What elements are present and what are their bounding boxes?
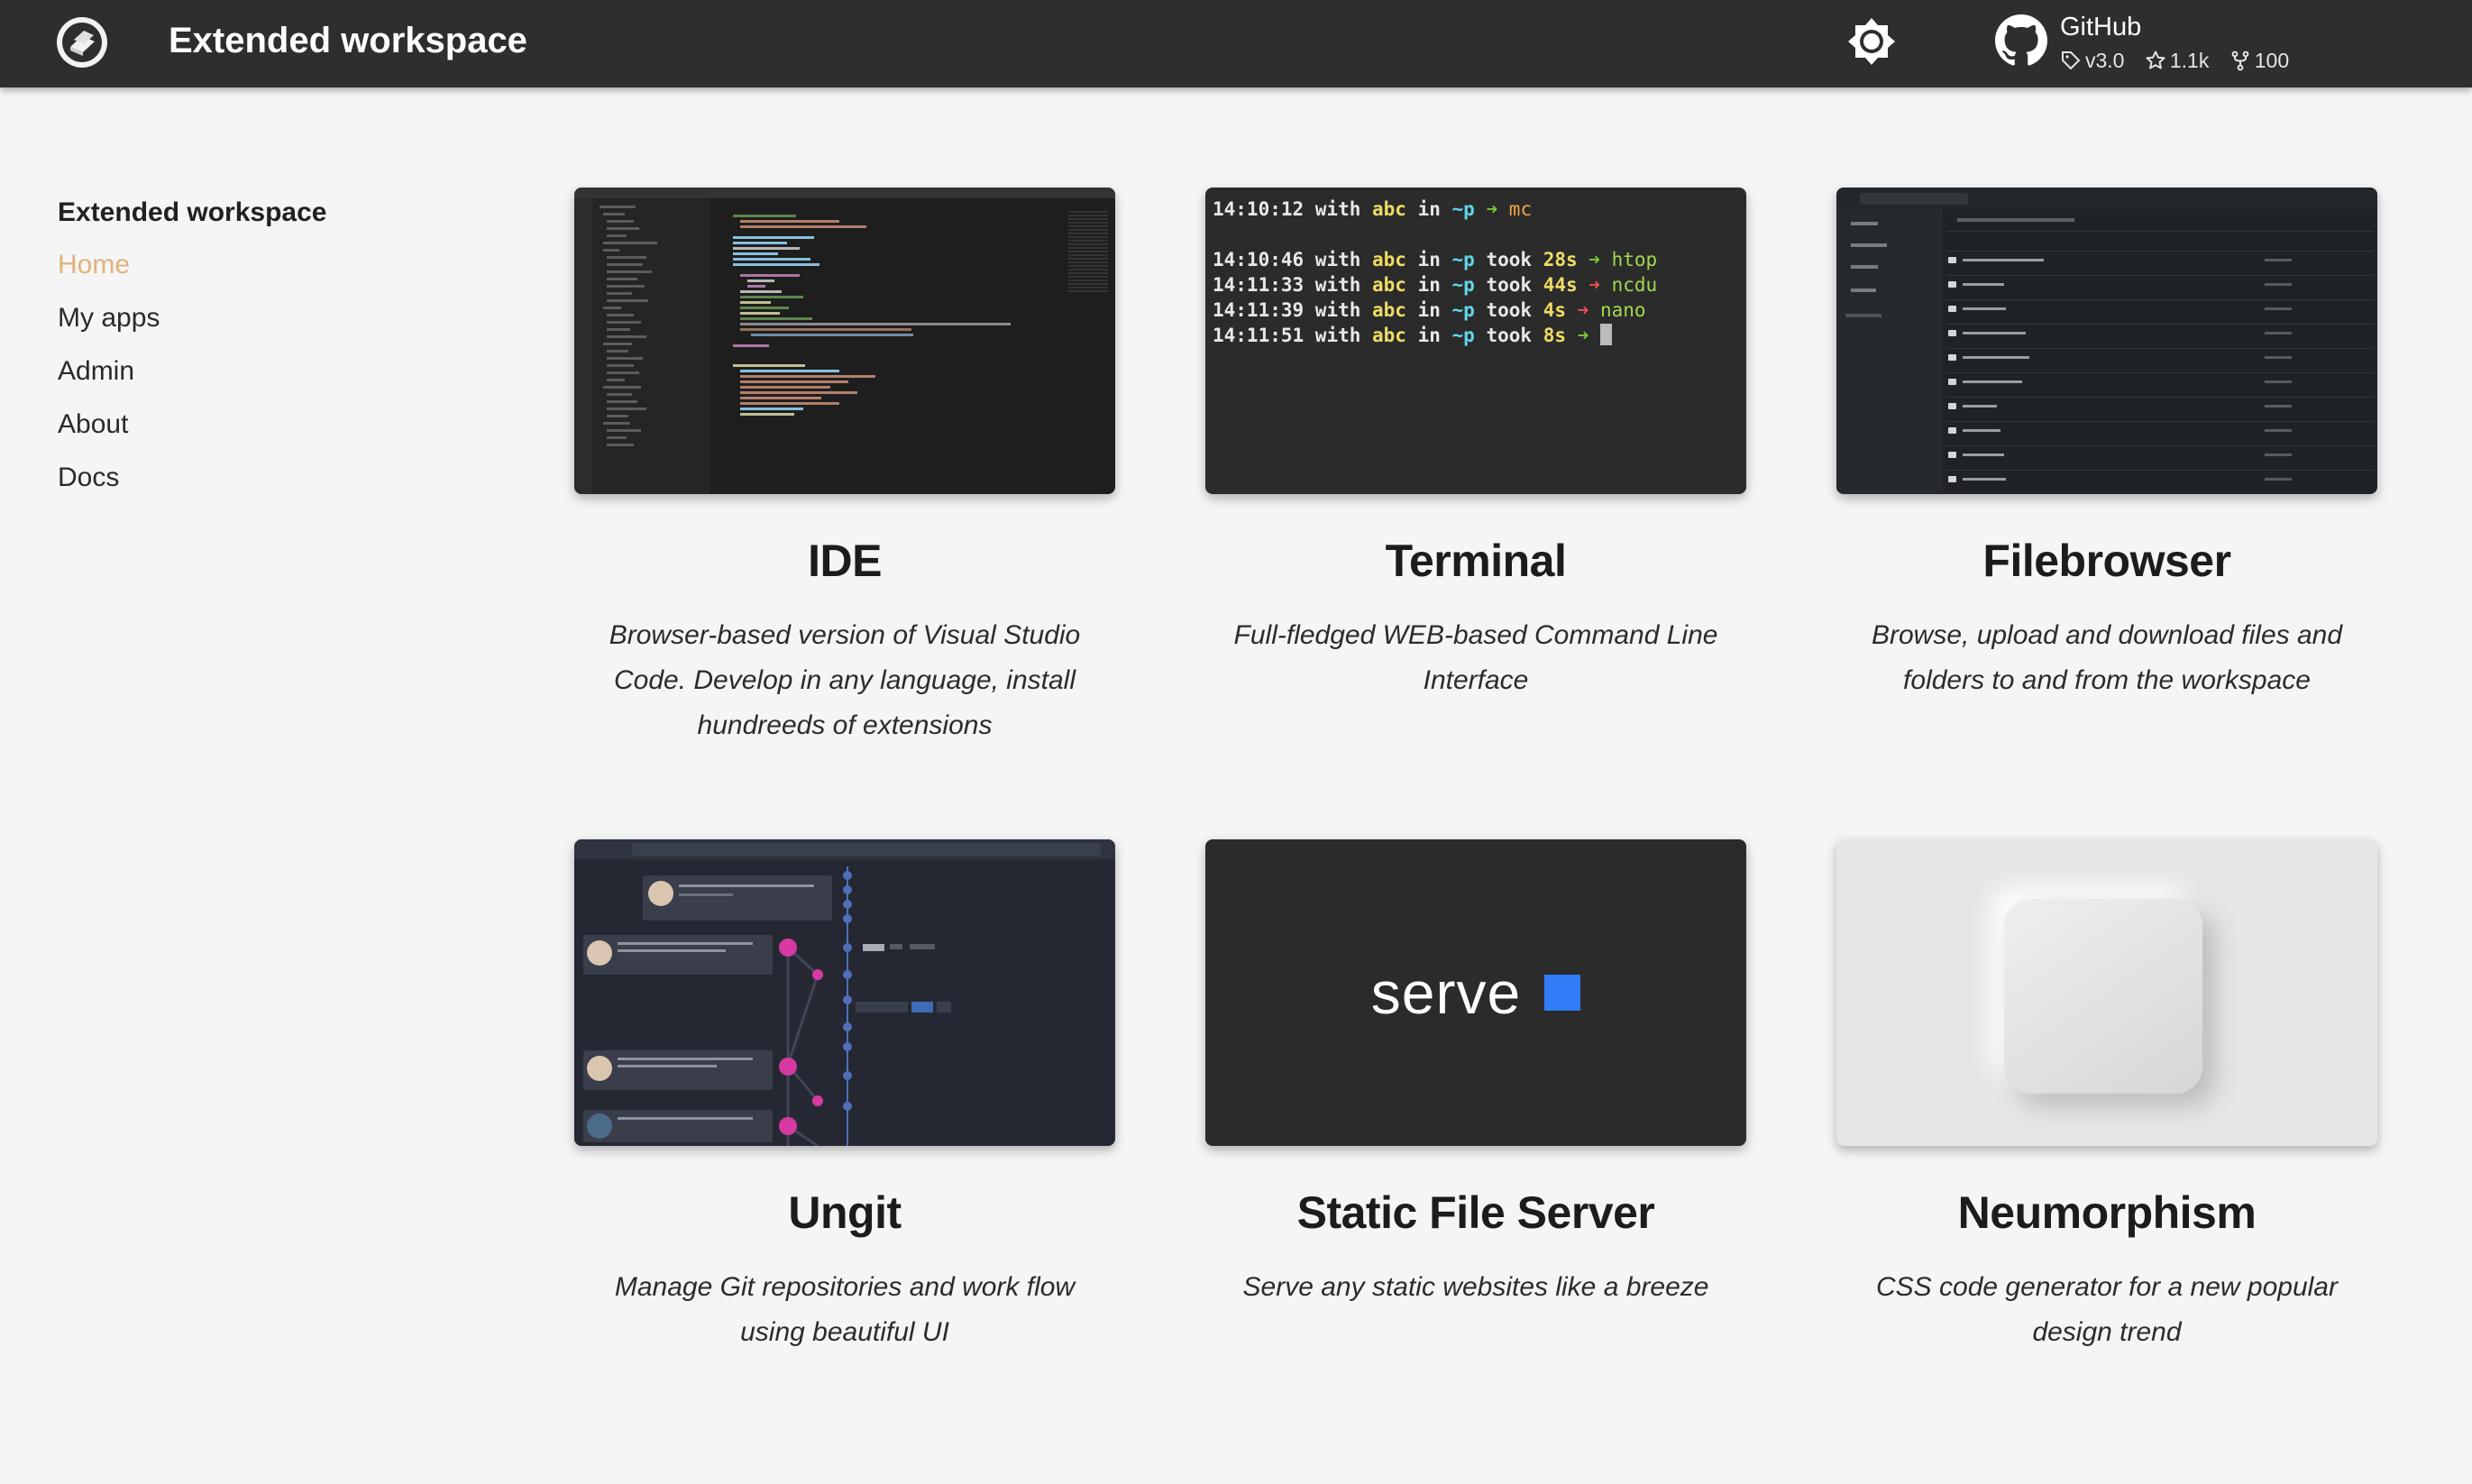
brightness-toggle-icon[interactable] xyxy=(1844,14,1900,69)
app-card-static-file-server[interactable]: serve Static File Server Serve any stati… xyxy=(1205,839,1746,1310)
app-title-ide: IDE xyxy=(808,536,882,586)
app-description-neumorphism: CSS code generator for a new popular des… xyxy=(1876,1272,2338,1347)
app-description-static-file-server: Serve any static websites like a breeze xyxy=(1242,1272,1709,1302)
app-title-neumorphism: Neumorphism xyxy=(1957,1187,2257,1238)
terminal-screenshot-thumbnail[interactable]: 14:10:12 with abc in ~p ➜ mc 14:10:46 wi… xyxy=(1205,188,1746,494)
serve-screenshot-thumbnail[interactable]: serve xyxy=(1205,839,1746,1146)
terminal-line: 14:11:39 with abc in ~p took 4s ➜ nano xyxy=(1213,299,1646,321)
app-description-filebrowser: Browse, upload and download files and fo… xyxy=(1871,620,2343,695)
repo-version-text: v3.0 xyxy=(2085,49,2125,72)
sidebar-item-home[interactable]: Home xyxy=(58,245,418,298)
app-description-terminal: Full-fledged WEB-based Command Line Inte… xyxy=(1233,620,1718,695)
sidebar-title: Extended workspace xyxy=(58,197,327,227)
github-repo-link[interactable]: GitHub v3.0 1.1k 100 xyxy=(1995,9,2320,79)
app-card-ungit[interactable]: Ungit Manage Git repositories and work f… xyxy=(574,839,1115,1355)
terminal-line: 14:11:33 with abc in ~p took 44s ➜ ncdu xyxy=(1213,274,1658,296)
terminal-line: 14:11:51 with abc in ~p took 8s ➜ xyxy=(1213,323,1739,348)
app-card-neumorphism[interactable]: Neumorphism CSS code generator for a new… xyxy=(1836,839,2377,1355)
terminal-line: 14:10:12 with abc in ~p ➜ mc xyxy=(1213,198,1533,220)
app-card-ide[interactable]: IDE Browser-based version of Visual Stud… xyxy=(574,188,1115,748)
github-icon xyxy=(1995,14,2047,66)
star-icon xyxy=(2146,50,2165,69)
app-title-ungit: Ungit xyxy=(788,1187,902,1238)
filebrowser-screenshot-thumbnail[interactable] xyxy=(1836,188,2377,494)
repo-stars-text: 1.1k xyxy=(2169,49,2210,72)
app-title: Extended workspace xyxy=(169,21,527,60)
sidebar-item-my-apps[interactable]: My apps xyxy=(58,298,418,352)
app-title-filebrowser: Filebrowser xyxy=(1982,536,2231,586)
workspace-logo-icon[interactable] xyxy=(54,14,110,70)
app-description-ungit: Manage Git repositories and work flow us… xyxy=(614,1272,1076,1347)
sidebar-item-docs[interactable]: Docs xyxy=(58,458,418,511)
repo-facts: v3.0 1.1k 100 xyxy=(2060,47,2303,78)
terminal-line: 14:10:46 with abc in ~p took 28s ➜ htop xyxy=(1213,249,1658,270)
fork-icon xyxy=(2231,50,2249,71)
ungit-screenshot-thumbnail[interactable] xyxy=(574,839,1115,1146)
neumorphism-screenshot-thumbnail[interactable] xyxy=(1836,839,2377,1146)
repo-version: v3.0 xyxy=(2060,47,2124,74)
terminal-cursor xyxy=(1599,324,1612,345)
repo-forks: 100 xyxy=(2229,47,2289,74)
top-app-bar: Extended workspace GitHub v3.0 1.1k 100 xyxy=(0,0,2472,87)
sidebar-item-about[interactable]: About xyxy=(58,405,418,458)
app-card-filebrowser[interactable]: Filebrowser Browse, upload and download … xyxy=(1836,188,2377,703)
sidebar-nav: Extended workspace Home My apps Admin Ab… xyxy=(58,193,418,511)
app-title-static-file-server: Static File Server xyxy=(1296,1187,1655,1238)
ide-screenshot-thumbnail[interactable] xyxy=(574,188,1115,494)
app-title-terminal: Terminal xyxy=(1385,536,1567,586)
repo-forks-text: 100 xyxy=(2254,49,2290,72)
repo-name: GitHub xyxy=(2060,13,2142,41)
sidebar-item-admin[interactable]: Admin xyxy=(58,352,418,405)
repo-stars: 1.1k xyxy=(2145,47,2209,74)
app-description-ide: Browser-based version of Visual Studio C… xyxy=(609,620,1081,740)
tag-icon xyxy=(2062,51,2081,70)
serve-label: serve xyxy=(1370,959,1522,1026)
serve-square-icon xyxy=(1544,975,1581,1011)
neumorphic-block xyxy=(2004,899,2202,1094)
app-card-terminal[interactable]: 14:10:12 with abc in ~p ➜ mc 14:10:46 wi… xyxy=(1205,188,1746,703)
